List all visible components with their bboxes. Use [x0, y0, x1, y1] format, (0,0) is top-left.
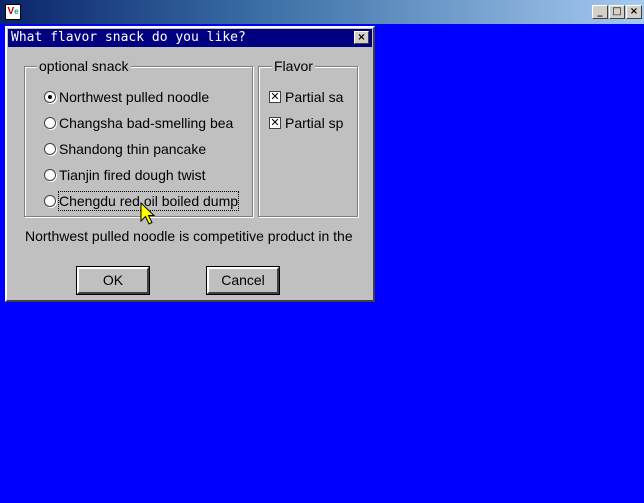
- radio-icon[interactable]: [44, 117, 56, 129]
- maximize-button[interactable]: □: [609, 5, 625, 19]
- radio-icon[interactable]: [44, 169, 56, 181]
- snack-group: optional snack Northwest pulled noodle C…: [24, 58, 253, 217]
- snack-option-label: Changsha bad-smelling bea: [59, 115, 234, 131]
- app-title-bar[interactable]: Ve _ □ ×: [0, 0, 644, 24]
- close-button[interactable]: ×: [626, 5, 642, 19]
- snack-option-label: Shandong thin pancake: [59, 141, 207, 157]
- dialog-title-bar[interactable]: What flavor snack do you like? ×: [8, 29, 372, 47]
- app-icon[interactable]: Ve: [5, 4, 21, 20]
- cancel-button[interactable]: Cancel: [206, 266, 280, 295]
- flavor-group: Flavor ✕ Partial sa ✕ Partial sp: [258, 58, 358, 217]
- desktop: Ve _ □ × What flavor snack do you like? …: [0, 0, 644, 503]
- checkbox-icon[interactable]: ✕: [269, 117, 281, 129]
- radio-icon[interactable]: [44, 91, 56, 103]
- snack-option-label: Northwest pulled noodle: [59, 89, 210, 105]
- minimize-button[interactable]: _: [592, 5, 608, 19]
- dialog-title: What flavor snack do you like?: [11, 30, 246, 45]
- snack-option-label: Tianjin fired dough twist: [59, 167, 206, 183]
- flavor-dialog: What flavor snack do you like? × optiona…: [5, 26, 375, 302]
- radio-icon[interactable]: [44, 195, 56, 207]
- app-icon-sub: e: [14, 7, 19, 16]
- mouse-pointer-icon: [140, 202, 156, 225]
- ok-button[interactable]: OK: [76, 266, 150, 295]
- flavor-option-label: Partial sa: [285, 89, 344, 105]
- flavor-option-label: Partial sp: [285, 115, 344, 131]
- info-text: Northwest pulled noodle is competitive p…: [25, 228, 353, 244]
- checkbox-icon[interactable]: ✕: [269, 91, 281, 103]
- dialog-close-button[interactable]: ×: [354, 31, 369, 44]
- radio-icon[interactable]: [44, 143, 56, 155]
